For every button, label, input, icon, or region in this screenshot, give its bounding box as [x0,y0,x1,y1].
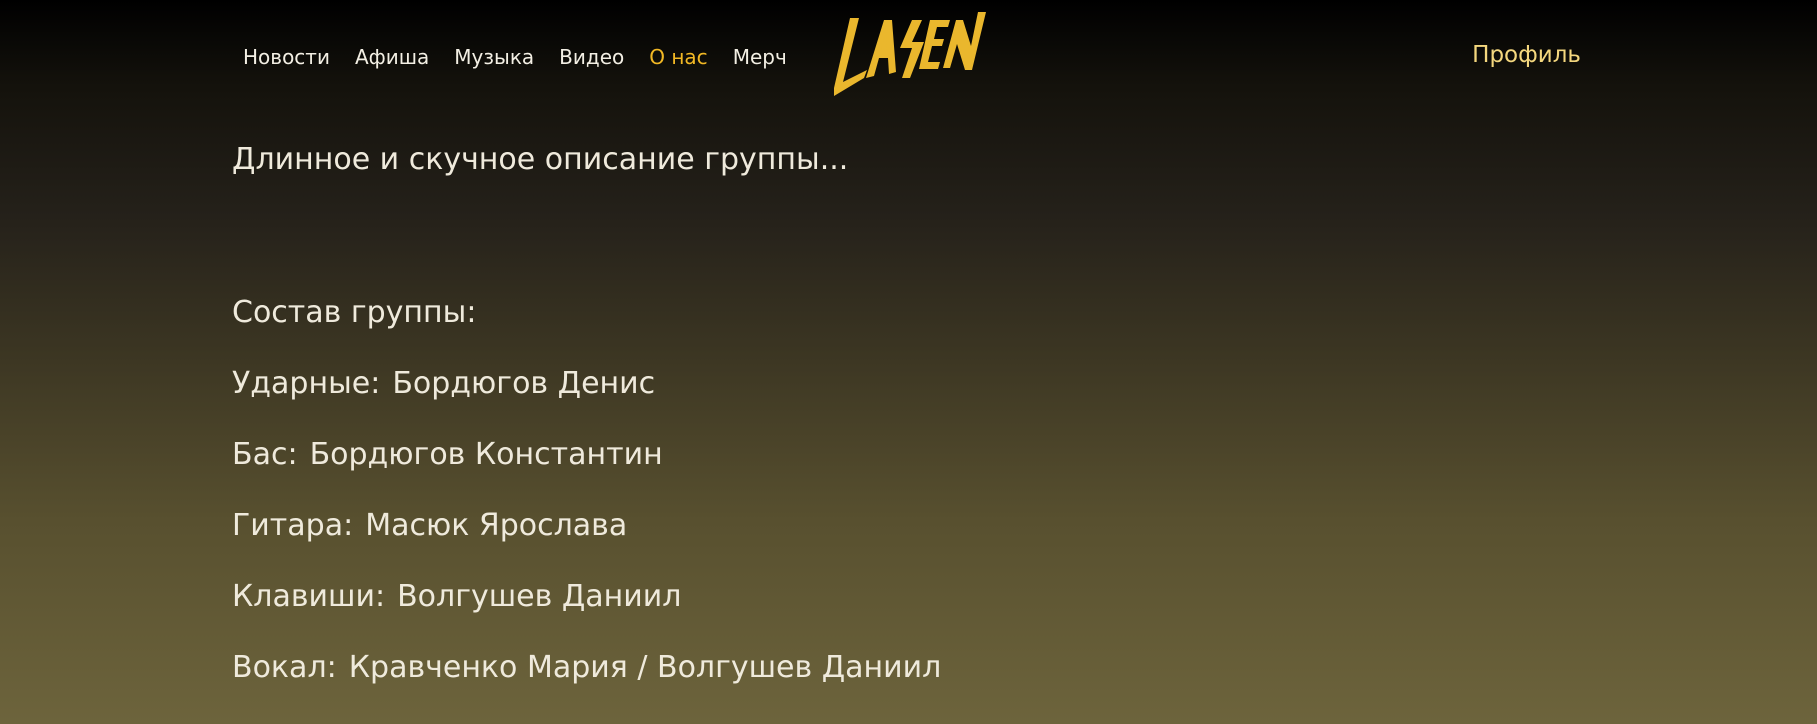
lineup-title: Состав группы: [232,295,477,330]
member-name: Бордюгов Денис [392,366,656,401]
nav-item-video[interactable]: Видео [559,44,624,70]
member-name: Масюк Ярослава [365,508,628,543]
about-content: Длинное и скучное описание группы... Сос… [232,140,941,688]
member-item-bass: Бас: Бордюгов Константин [232,435,941,475]
logo-lasen-icon [834,12,986,96]
member-role: Гитара: [232,508,354,543]
profile-link[interactable]: Профиль [1472,42,1581,68]
nav-item-news[interactable]: Новости [243,44,330,70]
member-list: Ударные: Бордюгов Денис Бас: Бордюгов Конс… [232,364,941,688]
member-item-keys: Клавиши: Волгушев Даниил [232,577,941,617]
member-item-vocals: Вокал: Кравченко Мария / Волгушев Даниил [232,648,941,688]
member-name: Бордюгов Константин [309,437,663,472]
member-role: Клавиши: [232,579,386,614]
nav-item-merch[interactable]: Мерч [733,44,787,70]
member-role: Бас: [232,437,298,472]
member-name: Волгушев Даниил [397,579,682,614]
main-nav: Новости Афиша Музыка Видео О нас Мерч [243,44,812,70]
nav-item-music[interactable]: Музыка [454,44,534,70]
band-logo[interactable] [826,4,994,100]
member-item-drums: Ударные: Бордюгов Денис [232,364,941,404]
member-item-guitar: Гитара: Масюк Ярослава [232,506,941,546]
member-name: Кравченко Мария / Волгушев Даниил [348,650,942,685]
member-role: Ударные: [232,366,381,401]
band-description: Длинное и скучное описание группы... [232,142,849,177]
nav-item-about[interactable]: О нас [649,44,707,70]
member-role: Вокал: [232,650,337,685]
nav-item-events[interactable]: Афиша [355,44,429,70]
